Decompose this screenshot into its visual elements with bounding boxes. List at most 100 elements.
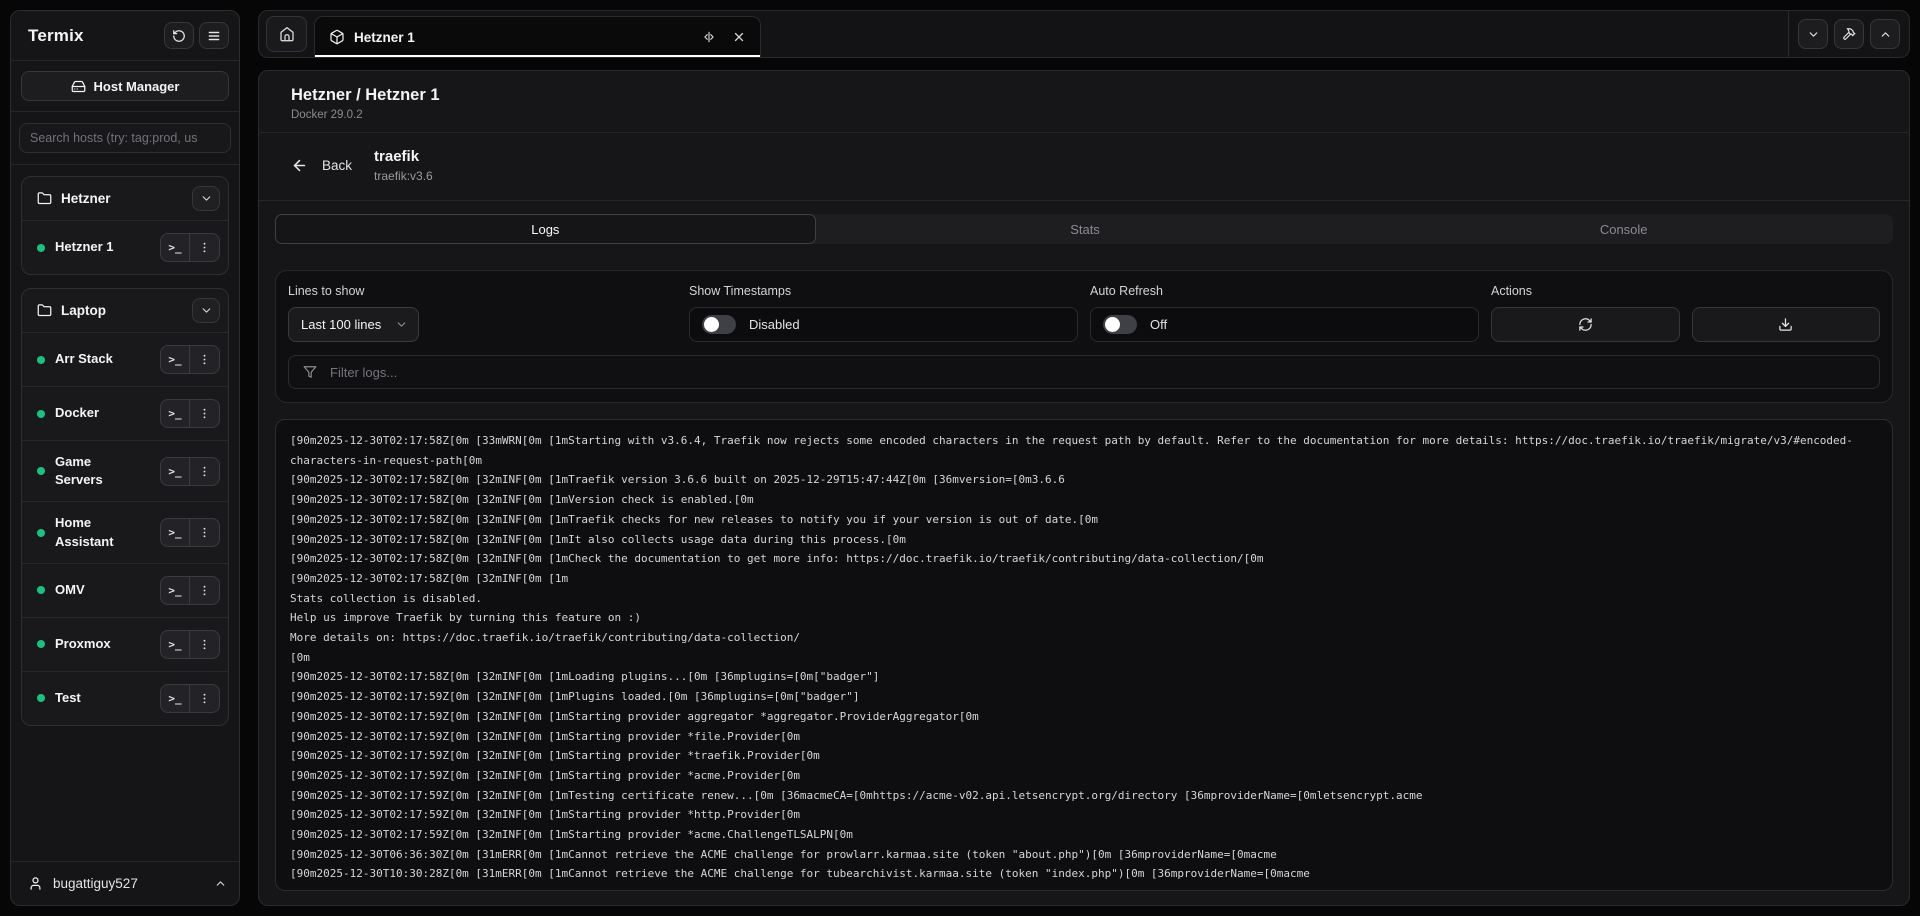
sidebar-refresh-button[interactable] (164, 22, 194, 49)
collapse-up-button[interactable] (1870, 19, 1900, 49)
main-column: Hetzner 1 (258, 10, 1910, 906)
terminal-icon: >_ (168, 241, 181, 254)
tab-logs[interactable]: Logs (275, 214, 816, 244)
host-menu-button[interactable] (190, 399, 220, 428)
container-content: Logs Stats Console Lines to show Last 10… (259, 201, 1909, 905)
tab-close-button[interactable] (730, 28, 748, 46)
host-menu-button[interactable] (190, 630, 220, 659)
group-header[interactable]: Laptop (22, 289, 228, 332)
host-row[interactable]: Proxmox >_ (22, 617, 228, 671)
lines-to-show-select[interactable]: Last 100 lines (288, 307, 419, 342)
docker-version: Docker 29.0.2 (291, 109, 1877, 121)
host-manager-section: Host Manager (11, 61, 239, 112)
host-row[interactable]: Docker >_ (22, 386, 228, 440)
refresh-logs-button[interactable] (1491, 307, 1680, 342)
tab-hetzner-1[interactable]: Hetzner 1 (314, 16, 761, 57)
hammer-icon (1842, 27, 1856, 41)
group-name: Laptop (61, 303, 106, 318)
host-terminal-button[interactable]: >_ (160, 576, 190, 605)
host-terminal-button[interactable]: >_ (160, 518, 190, 547)
chevron-down-icon (200, 304, 213, 317)
group-header[interactable]: Hetzner (22, 177, 228, 220)
server-header: Hetzner / Hetzner 1 Docker 29.0.2 (259, 71, 1909, 133)
log-output[interactable]: [90m2025-12-30T02:17:58Z[0m [33mWRN[0m [… (275, 419, 1893, 891)
host-menu-button[interactable] (190, 233, 220, 262)
log-line: [90m2025-12-30T02:17:59Z[0m [32mINF[0m [… (290, 766, 1878, 786)
host-row[interactable]: Hetzner 1 >_ (22, 220, 228, 274)
tab-console[interactable]: Console (1354, 214, 1893, 244)
split-pane-button[interactable] (700, 28, 718, 46)
show-timestamps-toggle[interactable] (702, 315, 736, 334)
auto-refresh-toggle[interactable] (1103, 315, 1137, 334)
host-label: OMV (55, 581, 85, 599)
host-terminal-button[interactable]: >_ (160, 399, 190, 428)
breadcrumb: Hetzner / Hetzner 1 (291, 86, 1877, 105)
auto-refresh-label: Auto Refresh (1090, 284, 1479, 298)
sidebar-menu-button[interactable] (199, 22, 229, 49)
log-line: [90m2025-12-30T02:17:59Z[0m [32mINF[0m [… (290, 805, 1878, 825)
group-collapse-button[interactable] (192, 186, 220, 211)
show-timestamps-control: Show Timestamps Disabled (689, 284, 1078, 342)
host-row[interactable]: Home Assistant >_ (22, 501, 228, 562)
folder-icon (37, 303, 52, 318)
host-group-hetzner: Hetzner Hetzner 1 >_ (21, 176, 229, 275)
back-button[interactable]: Back (291, 157, 352, 174)
log-line: [90m2025-12-30T02:17:58Z[0m [32mINF[0m [… (290, 569, 1878, 589)
tab-stats[interactable]: Stats (816, 214, 1355, 244)
hard-drive-icon (71, 79, 86, 94)
home-button[interactable] (266, 16, 307, 52)
group-collapse-button[interactable] (192, 298, 220, 323)
tab-bar: Hetzner 1 (258, 10, 1910, 58)
host-row[interactable]: OMV >_ (22, 563, 228, 617)
host-row[interactable]: Test >_ (22, 671, 228, 725)
group-name: Hetzner (61, 191, 111, 206)
filter-logs-input[interactable] (330, 365, 1865, 380)
download-logs-button[interactable] (1692, 307, 1881, 342)
app-root: Termix Host Manager (0, 0, 1920, 916)
lines-to-show-control: Lines to show Last 100 lines (288, 284, 677, 342)
host-terminal-button[interactable]: >_ (160, 457, 190, 486)
online-status-dot (37, 244, 45, 252)
app-title: Termix (28, 26, 84, 46)
host-terminal-button[interactable]: >_ (160, 630, 190, 659)
host-row[interactable]: Arr Stack >_ (22, 332, 228, 386)
host-terminal-button[interactable]: >_ (160, 345, 190, 374)
host-menu-button[interactable] (190, 576, 220, 605)
chevron-down-icon (1807, 28, 1820, 41)
dots-vertical-icon (198, 584, 211, 597)
host-manager-label: Host Manager (94, 79, 180, 94)
log-line: [90m2025-12-30T02:17:59Z[0m [32mINF[0m [… (290, 707, 1878, 727)
actions-control: Actions (1491, 284, 1880, 342)
collapse-down-button[interactable] (1798, 19, 1828, 49)
log-line: [90m2025-12-30T02:17:58Z[0m [32mINF[0m [… (290, 470, 1878, 490)
host-manager-button[interactable]: Host Manager (21, 71, 229, 101)
lines-to-show-label: Lines to show (288, 284, 677, 298)
package-icon (329, 29, 345, 45)
log-line: Stats collection is disabled. (290, 589, 1878, 609)
lines-to-show-value: Last 100 lines (301, 317, 381, 332)
host-row[interactable]: Game Servers >_ (22, 440, 228, 501)
host-terminal-button[interactable]: >_ (160, 233, 190, 262)
host-actions: >_ (160, 399, 220, 428)
main-panel: Hetzner / Hetzner 1 Docker 29.0.2 Back t… (258, 70, 1910, 906)
toggle-knob (1105, 317, 1120, 332)
terminal-icon: >_ (168, 407, 181, 420)
container-header: Back traefik traefik:v3.6 (259, 133, 1909, 201)
host-menu-button[interactable] (190, 684, 220, 713)
auto-refresh-box: Off (1090, 307, 1479, 342)
tools-button[interactable] (1834, 19, 1864, 49)
dots-vertical-icon (198, 692, 211, 705)
group-host-list: Hetzner 1 >_ (22, 220, 228, 274)
filter-logs-box (288, 355, 1880, 389)
search-hosts-input[interactable] (19, 123, 231, 153)
host-menu-button[interactable] (190, 518, 220, 547)
online-status-dot (37, 356, 45, 364)
log-line: [90m2025-12-30T02:17:58Z[0m [32mINF[0m [… (290, 490, 1878, 510)
terminal-icon: >_ (168, 584, 181, 597)
host-menu-button[interactable] (190, 457, 220, 486)
terminal-icon: >_ (168, 638, 181, 651)
host-terminal-button[interactable]: >_ (160, 684, 190, 713)
host-menu-button[interactable] (190, 345, 220, 374)
host-label: Home Assistant (55, 514, 141, 550)
user-menu[interactable]: bugattiguy527 (11, 861, 239, 905)
